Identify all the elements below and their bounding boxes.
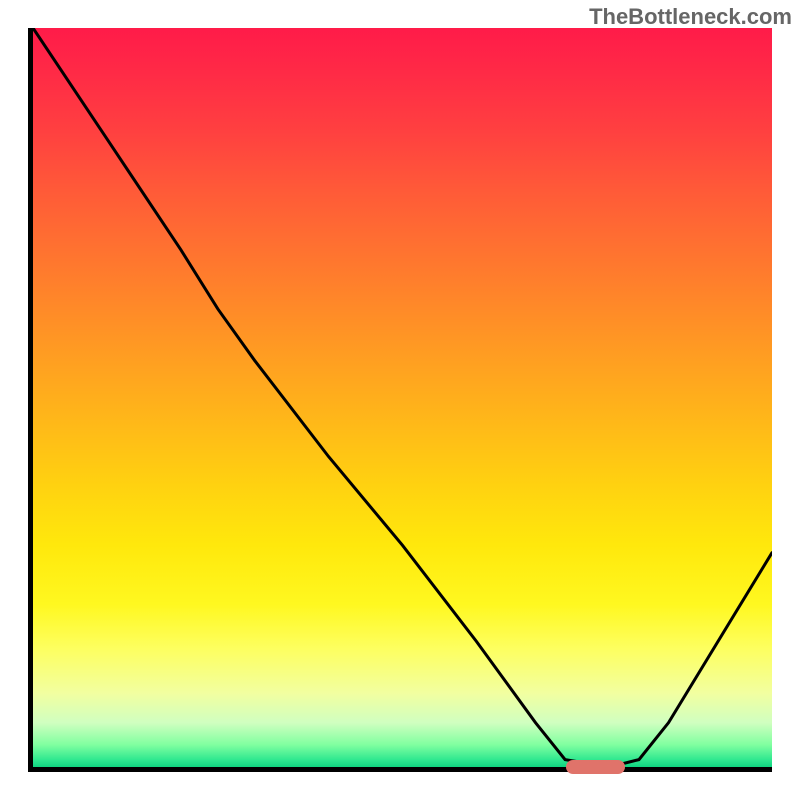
bottleneck-curve <box>33 28 772 767</box>
plot-area <box>28 28 772 772</box>
valley-marker <box>566 760 625 774</box>
watermark-text: TheBottleneck.com <box>589 4 792 30</box>
curve-svg <box>33 28 772 767</box>
chart-container: TheBottleneck.com <box>0 0 800 800</box>
